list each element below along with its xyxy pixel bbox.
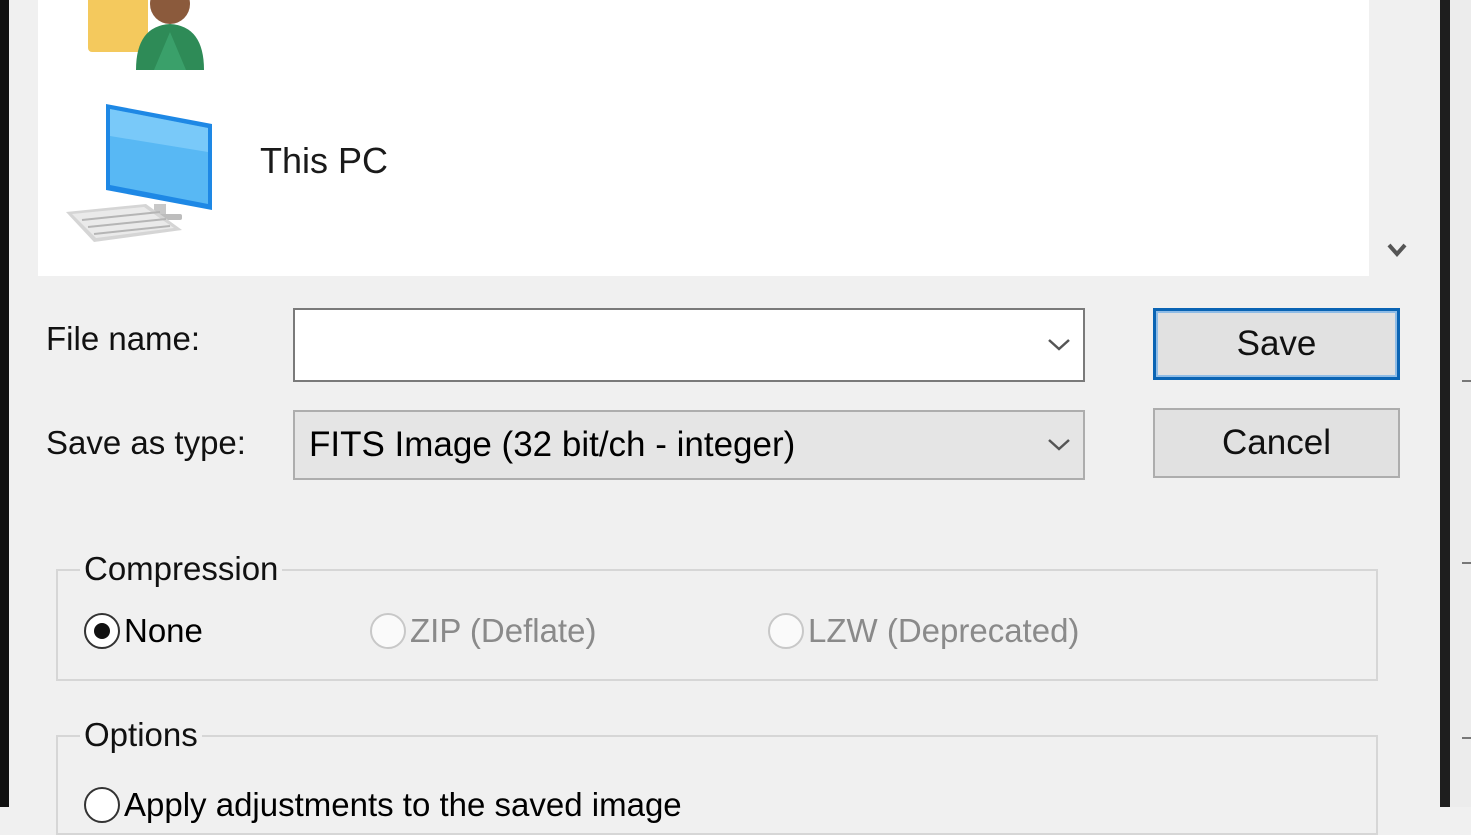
user-folder-icon: [84, 0, 214, 75]
nav-item-user-folder[interactable]: [84, 0, 214, 75]
radio-circle[interactable]: [84, 613, 120, 649]
radio-label: LZW (Deprecated): [808, 612, 1080, 649]
compression-none-radio[interactable]: None: [84, 612, 203, 650]
apply-adjustments-radio[interactable]: Apply adjustments to the saved image: [84, 786, 682, 824]
window-right-border: [1440, 0, 1450, 807]
file-name-label: File name:: [46, 320, 201, 357]
navigation-pane[interactable]: This PC: [38, 0, 1369, 276]
computer-icon: [62, 100, 222, 250]
save-as-type-label: Save as type:: [46, 424, 246, 461]
nav-item-label: This PC: [260, 140, 389, 181]
file-name-combobox[interactable]: [293, 308, 1085, 382]
compression-lzw-radio[interactable]: LZW (Deprecated): [768, 612, 1079, 650]
background-window-edge: [1450, 0, 1471, 807]
chevron-down-icon[interactable]: [1035, 337, 1083, 353]
scroll-down-chevron-icon[interactable]: [1383, 236, 1411, 264]
save-as-type-select[interactable]: FITS Image (32 bit/ch - integer): [293, 410, 1085, 480]
save-as-type-value: FITS Image (32 bit/ch - integer): [309, 425, 796, 464]
chevron-down-icon[interactable]: [1035, 437, 1083, 453]
file-name-input[interactable]: [295, 310, 1035, 380]
compression-group-title: Compression: [80, 550, 283, 588]
save-button[interactable]: Save: [1153, 308, 1400, 380]
radio-circle[interactable]: [370, 613, 406, 649]
options-group-title: Options: [80, 716, 202, 754]
radio-label: Apply adjustments to the saved image: [124, 786, 682, 823]
compression-zip-radio[interactable]: ZIP (Deflate): [370, 612, 596, 650]
radio-circle[interactable]: [768, 613, 804, 649]
nav-item-this-pc[interactable]: This PC: [62, 100, 388, 250]
radio-label: None: [124, 612, 203, 649]
cancel-button[interactable]: Cancel: [1153, 408, 1400, 478]
window-left-border: [0, 0, 9, 807]
radio-label: ZIP (Deflate): [410, 612, 597, 649]
radio-circle[interactable]: [84, 787, 120, 823]
